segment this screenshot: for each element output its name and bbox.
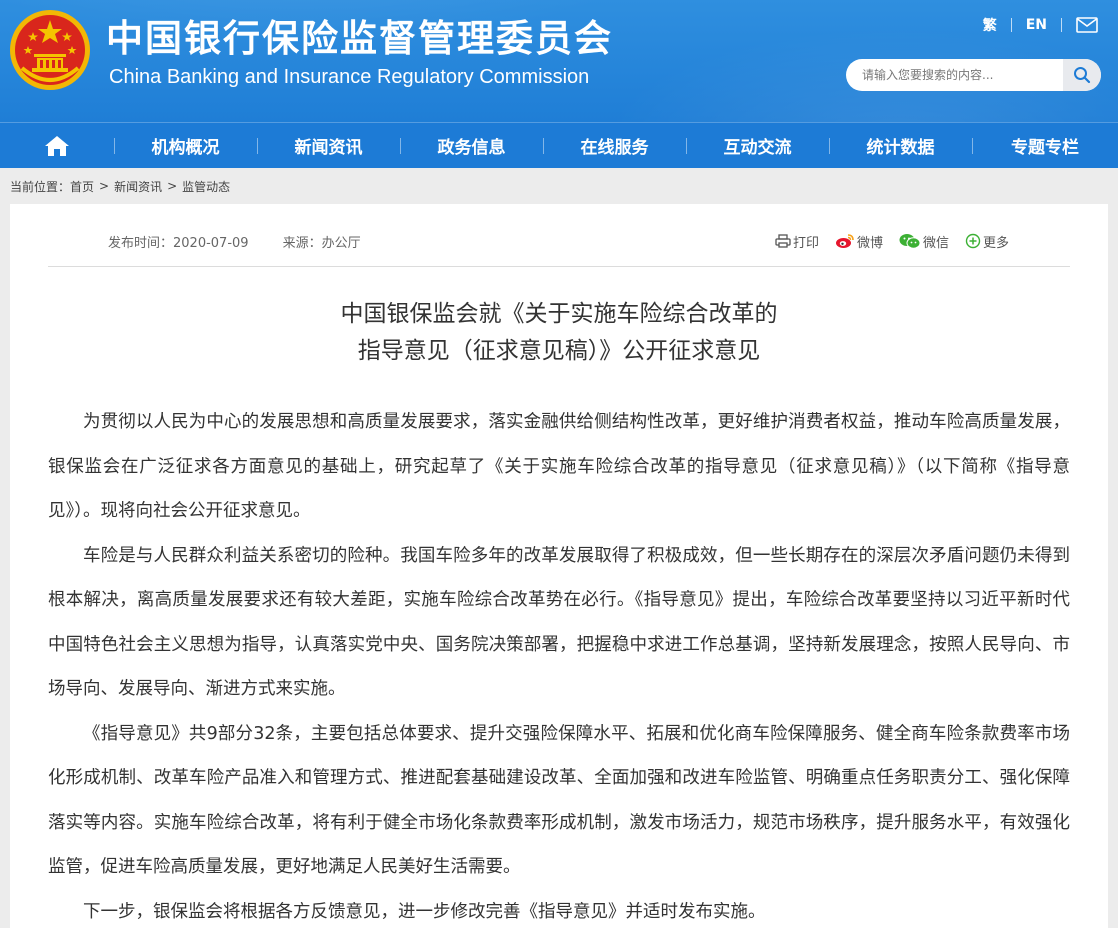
article-paragraph: 为贯彻以人民为中心的发展思想和高质量发展要求，落实金融供给侧结构性改革，更好维护… [48, 412, 1070, 521]
national-emblem-icon[interactable] [8, 8, 92, 92]
weibo-label: 微博 [857, 235, 884, 251]
breadcrumb-separator: > [167, 179, 178, 193]
print-label: 打印 [793, 235, 820, 251]
nav-item-interaction[interactable]: 互动交流 [686, 123, 829, 169]
lang-english-link[interactable]: EN [1026, 17, 1047, 33]
main-nav: 机构概况 新闻资讯 政务信息 在线服务 互动交流 统计数据 专题专栏 [0, 122, 1118, 168]
mail-icon[interactable] [1076, 17, 1098, 33]
article-paragraph: 车险是与人民群众利益关系密切的险种。我国车险多年的改革发展取得了积极成效，但一些… [48, 545, 1070, 700]
article-body: 为贯彻以人民为中心的发展思想和高质量发展要求，落实金融供给侧结构性改革，更好维护… [48, 400, 1070, 928]
nav-item-statistics[interactable]: 统计数据 [829, 123, 972, 169]
wechat-label: 微信 [923, 235, 950, 251]
search-input[interactable] [846, 59, 1063, 91]
meta-divider [48, 266, 1070, 267]
breadcrumb-label: 当前位置： [10, 179, 71, 194]
share-weibo-button[interactable]: 微博 [835, 232, 883, 251]
site-title-cn: 中国银行保险监督管理委员会 [106, 17, 613, 60]
article-source: 来源：办公厅 [282, 236, 361, 251]
print-button[interactable]: 打印 [775, 232, 819, 251]
breadcrumb-separator: > [99, 179, 110, 193]
printer-icon [775, 234, 791, 248]
share-more-button[interactable]: 更多 [965, 232, 1009, 251]
top-link-divider [1010, 18, 1012, 32]
nav-item-special-topics[interactable]: 专题专栏 [972, 123, 1118, 169]
lang-traditional-link[interactable]: 繁 [983, 15, 997, 35]
wechat-icon [899, 234, 921, 249]
home-icon [45, 135, 69, 156]
article-title-line-2: 指导意见（征求意见稿）》公开征求意见 [357, 338, 761, 364]
search-icon [1074, 67, 1091, 84]
weibo-icon [836, 234, 854, 248]
share-bar: 打印 微博 微信 更多 [775, 231, 1025, 251]
nav-item-news[interactable]: 新闻资讯 [257, 123, 400, 169]
more-label: 更多 [983, 235, 1010, 251]
breadcrumb-home[interactable]: 首页 [70, 178, 94, 195]
top-link-divider [1061, 18, 1062, 32]
top-links: 繁 EN [983, 14, 1098, 36]
search-button[interactable] [1063, 59, 1101, 91]
plus-circle-icon [965, 233, 981, 249]
share-wechat-button[interactable]: 微信 [899, 232, 949, 251]
site-header: 中国银行保险监督管理委员会 China Banking and Insuranc… [0, 0, 1118, 122]
search-box [846, 59, 1101, 91]
nav-item-gov-info[interactable]: 政务信息 [400, 123, 543, 169]
publish-time: 发布时间：2020-07-09 [108, 236, 249, 251]
nav-item-org-overview[interactable]: 机构概况 [114, 123, 257, 169]
site-title-en: China Banking and Insurance Regulatory C… [109, 66, 590, 88]
breadcrumb-regulatory-news[interactable]: 监管动态 [182, 178, 230, 195]
article-title: 中国银保监会就《关于实施车险综合改革的 指导意见（征求意见稿）》公开征求意见 [48, 296, 1070, 370]
nav-home[interactable] [0, 123, 114, 169]
nav-item-online-service[interactable]: 在线服务 [543, 123, 686, 169]
article-title-line-1: 中国银保监会就《关于实施车险综合改革的 [340, 301, 778, 327]
breadcrumb: 当前位置： 首页 > 新闻资讯 > 监管动态 [10, 177, 230, 195]
article-paragraph: 《指导意见》共9部分32条，主要包括总体要求、提升交强险保障水平、拓展和优化商车… [48, 723, 1070, 878]
article-container: 发布时间：2020-07-09 来源：办公厅 打印 微博 微信 更多 中国银保监… [10, 204, 1108, 928]
article-paragraph: 下一步，银保监会将根据各方反馈意见，进一步修改完善《指导意见》并适时发布实施。 [83, 901, 766, 922]
article-meta: 发布时间：2020-07-09 来源：办公厅 [108, 232, 361, 251]
breadcrumb-news[interactable]: 新闻资讯 [114, 178, 162, 195]
